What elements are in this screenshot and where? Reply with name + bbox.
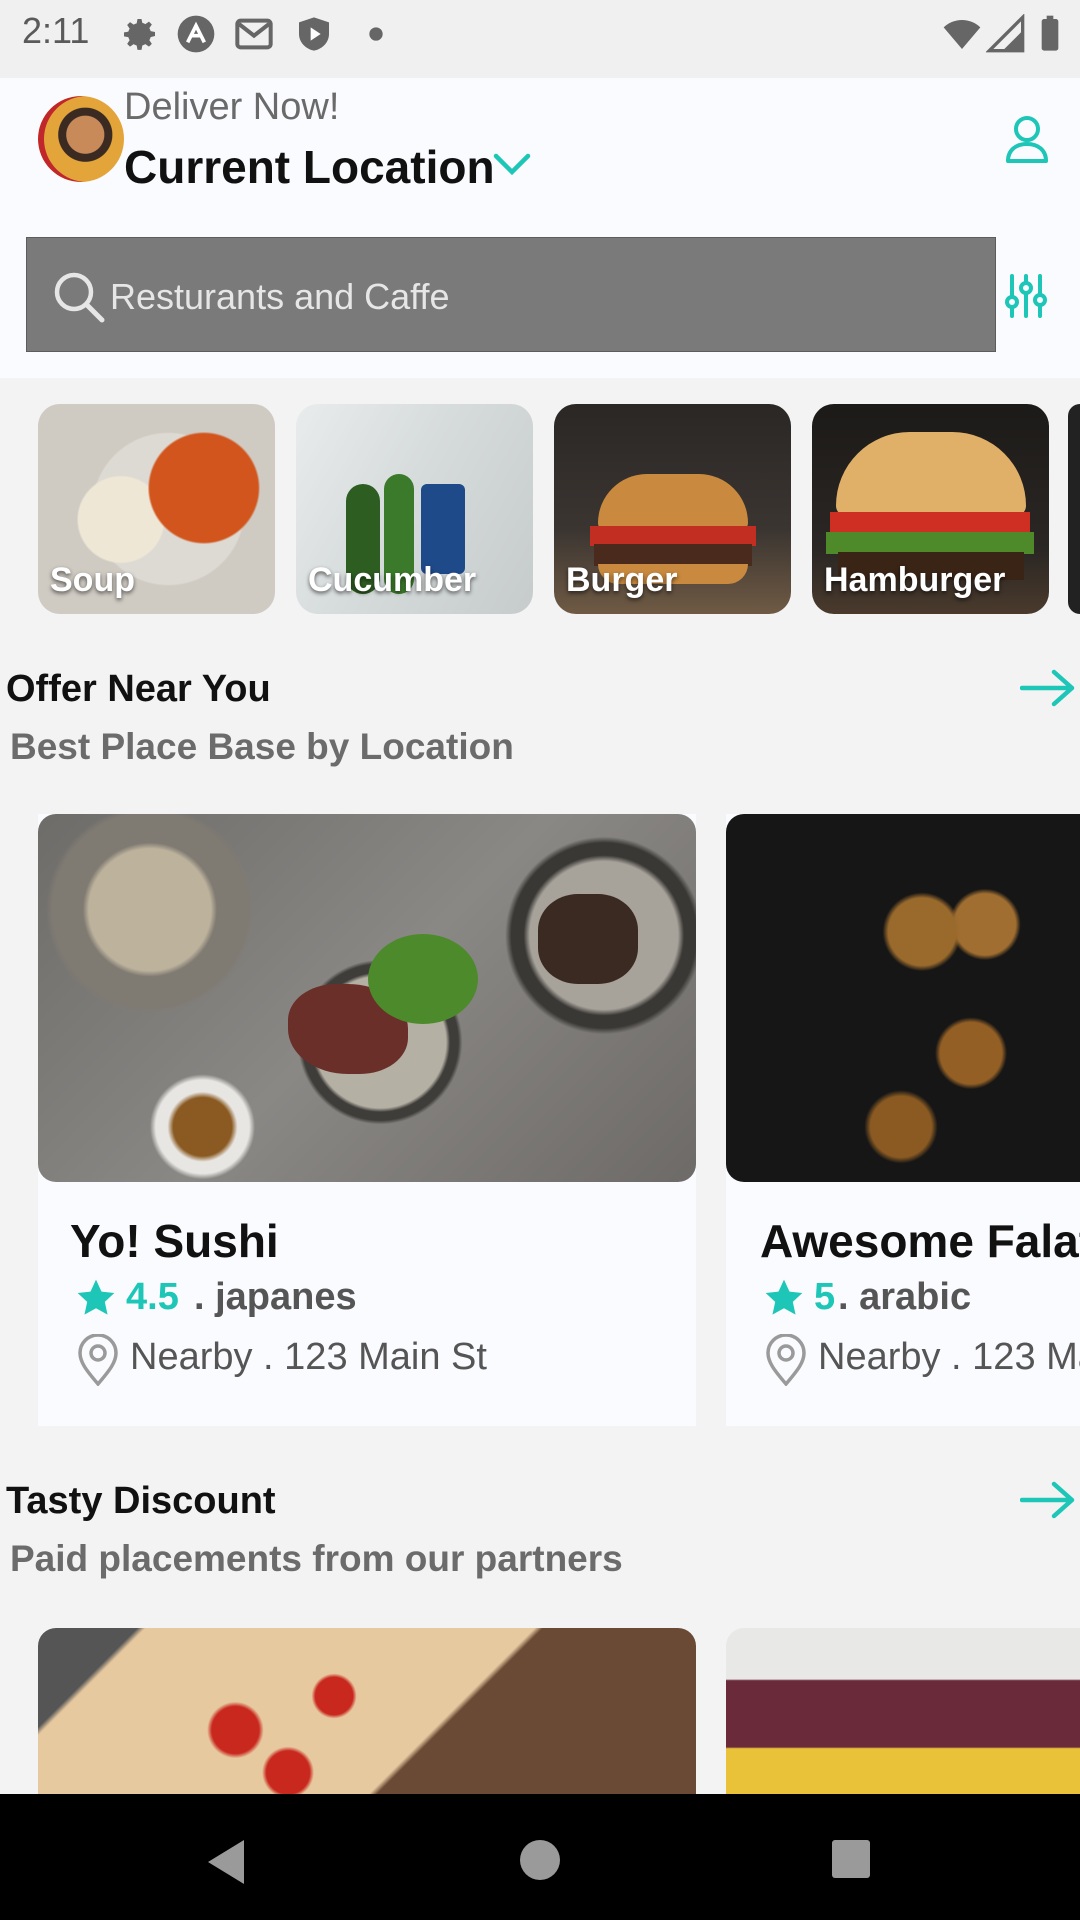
location-pin-icon	[766, 1334, 806, 1386]
offer-section-subtitle: Best Place Base by Location	[10, 726, 514, 767]
see-all-arrow-icon[interactable]	[1020, 1480, 1076, 1520]
restaurant-rating: 4.5	[126, 1276, 179, 1318]
dot-icon	[369, 27, 383, 41]
search-icon	[54, 272, 105, 323]
restaurant-location: Nearby . 123 Main St	[818, 1336, 1080, 1378]
see-all-arrow-icon[interactable]	[1020, 668, 1076, 708]
back-icon[interactable]	[204, 1838, 248, 1886]
category-overflow[interactable]	[1068, 404, 1080, 614]
offer-section-title: Offer Near You	[6, 668, 271, 710]
restaurant-name: Yo! Sushi	[70, 1215, 279, 1267]
restaurant-card[interactable]: Awesome Falafel 5 . arabic Nearby . 123 …	[726, 814, 1080, 1426]
restaurant-image	[38, 814, 696, 1182]
shield-icon	[299, 17, 329, 51]
category-label: Hamburger	[824, 561, 1006, 599]
wifi-icon	[943, 20, 981, 49]
deliver-now-label: Deliver Now!	[124, 86, 340, 128]
home-icon[interactable]	[518, 1838, 562, 1882]
app-screen: 2:11 Deliver Now! Current Location Restu…	[0, 0, 1080, 1920]
discount-section-title: Tasty Discount	[6, 1480, 276, 1522]
profile-icon[interactable]	[1004, 114, 1050, 164]
category-hamburger[interactable]: Hamburger	[812, 404, 1049, 614]
restaurant-rating: 5	[814, 1276, 836, 1318]
filter-icon[interactable]	[1004, 274, 1048, 318]
category-burger[interactable]: Burger	[554, 404, 791, 614]
gmail-icon	[235, 18, 273, 50]
promo-card[interactable]	[726, 1628, 1080, 1798]
search-placeholder: Resturants and Caffe	[110, 276, 450, 317]
category-soup[interactable]: Soup	[38, 404, 275, 614]
gear-icon	[124, 19, 155, 50]
avatar[interactable]	[38, 96, 124, 182]
navigation-bar	[0, 1794, 1080, 1920]
current-location-selector[interactable]: Current Location	[124, 140, 495, 194]
restaurant-cuisine: . arabic	[838, 1276, 972, 1318]
status-time: 2:11	[22, 10, 90, 51]
status-bar: 2:11	[0, 0, 1080, 78]
category-label: Cucumber	[308, 561, 477, 599]
category-cucumber[interactable]: Cucumber	[296, 404, 533, 614]
category-label: Soup	[50, 561, 135, 599]
restaurant-card[interactable]: Yo! Sushi 4.5 . japanes Nearby . 123 Mai…	[38, 814, 696, 1426]
chevron-down-icon[interactable]	[492, 150, 532, 180]
location-pin-icon	[78, 1334, 118, 1386]
promo-card[interactable]	[38, 1628, 696, 1798]
restaurant-name: Awesome Falafel	[760, 1215, 1080, 1267]
recents-icon[interactable]	[830, 1838, 872, 1880]
discount-section-subtitle: Paid placements from our partners	[10, 1538, 623, 1579]
signal-icon	[986, 14, 1025, 53]
restaurant-cuisine: . japanes	[194, 1276, 357, 1318]
battery-icon	[1041, 15, 1059, 51]
restaurant-image	[726, 814, 1080, 1182]
category-label: Burger	[566, 561, 678, 599]
star-icon	[77, 1279, 115, 1315]
star-icon	[765, 1279, 803, 1315]
app-icon	[177, 15, 215, 53]
restaurant-location: Nearby . 123 Main St	[130, 1336, 487, 1378]
